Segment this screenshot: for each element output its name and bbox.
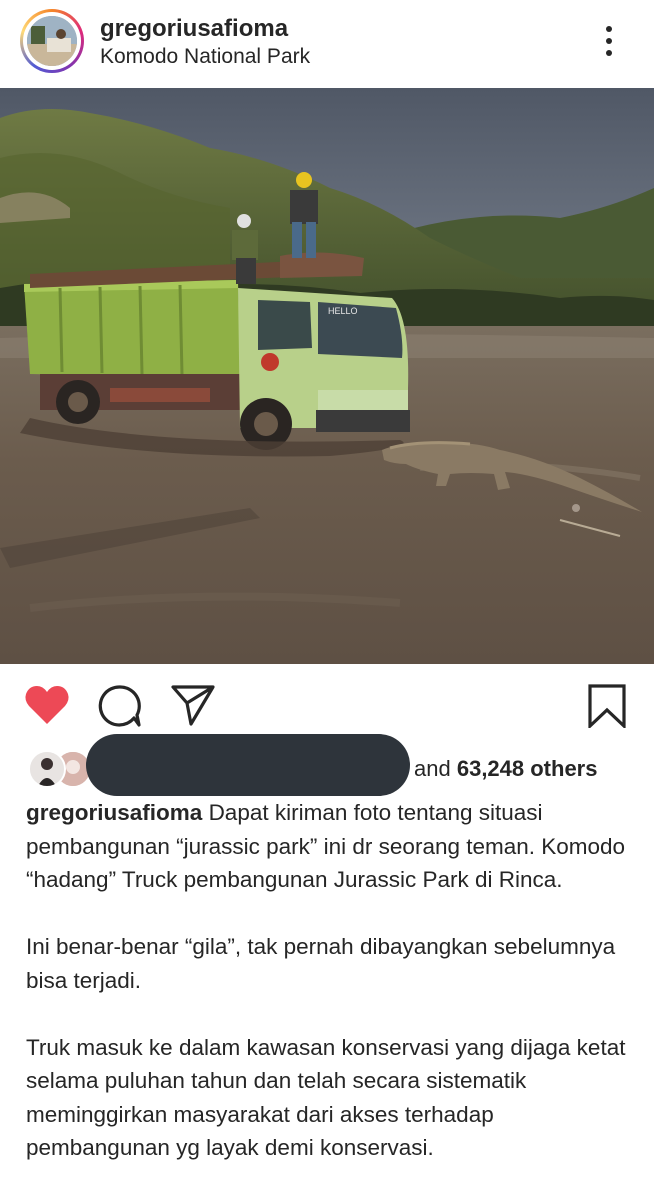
truck-cab-text: HELLO — [328, 306, 358, 316]
save-bookmark-icon[interactable] — [588, 684, 626, 728]
likes-count[interactable]: 63,248 others — [457, 756, 598, 781]
caption-username[interactable]: gregoriusafioma — [26, 800, 202, 825]
post-photo[interactable]: HELLO — [0, 88, 654, 664]
profile-avatar[interactable] — [20, 9, 84, 73]
post-header: gregoriusafioma Komodo National Park — [0, 0, 654, 88]
more-options-icon[interactable] — [596, 24, 622, 58]
post-caption: gregoriusafioma Dapat kiriman foto tenta… — [26, 796, 636, 1165]
caption-paragraph-3: Truk masuk ke dalam kawasan konservasi y… — [26, 1034, 626, 1161]
post-location[interactable]: Komodo National Park — [100, 45, 310, 69]
caption-first-paragraph: gregoriusafioma Dapat kiriman foto tenta… — [26, 796, 636, 897]
caption-paragraph-2: Ini benar-benar “gila”, tak pernah dibay… — [26, 934, 616, 993]
likes-and: and — [414, 756, 451, 781]
like-heart-icon[interactable] — [24, 684, 70, 726]
liker-avatar[interactable] — [28, 750, 66, 788]
comment-icon[interactable] — [98, 684, 142, 728]
likes-count-text[interactable]: and 63,248 others — [414, 756, 597, 782]
post-username[interactable]: gregoriusafioma — [100, 15, 288, 43]
share-send-icon[interactable] — [170, 684, 216, 726]
redacted-username — [86, 734, 410, 796]
